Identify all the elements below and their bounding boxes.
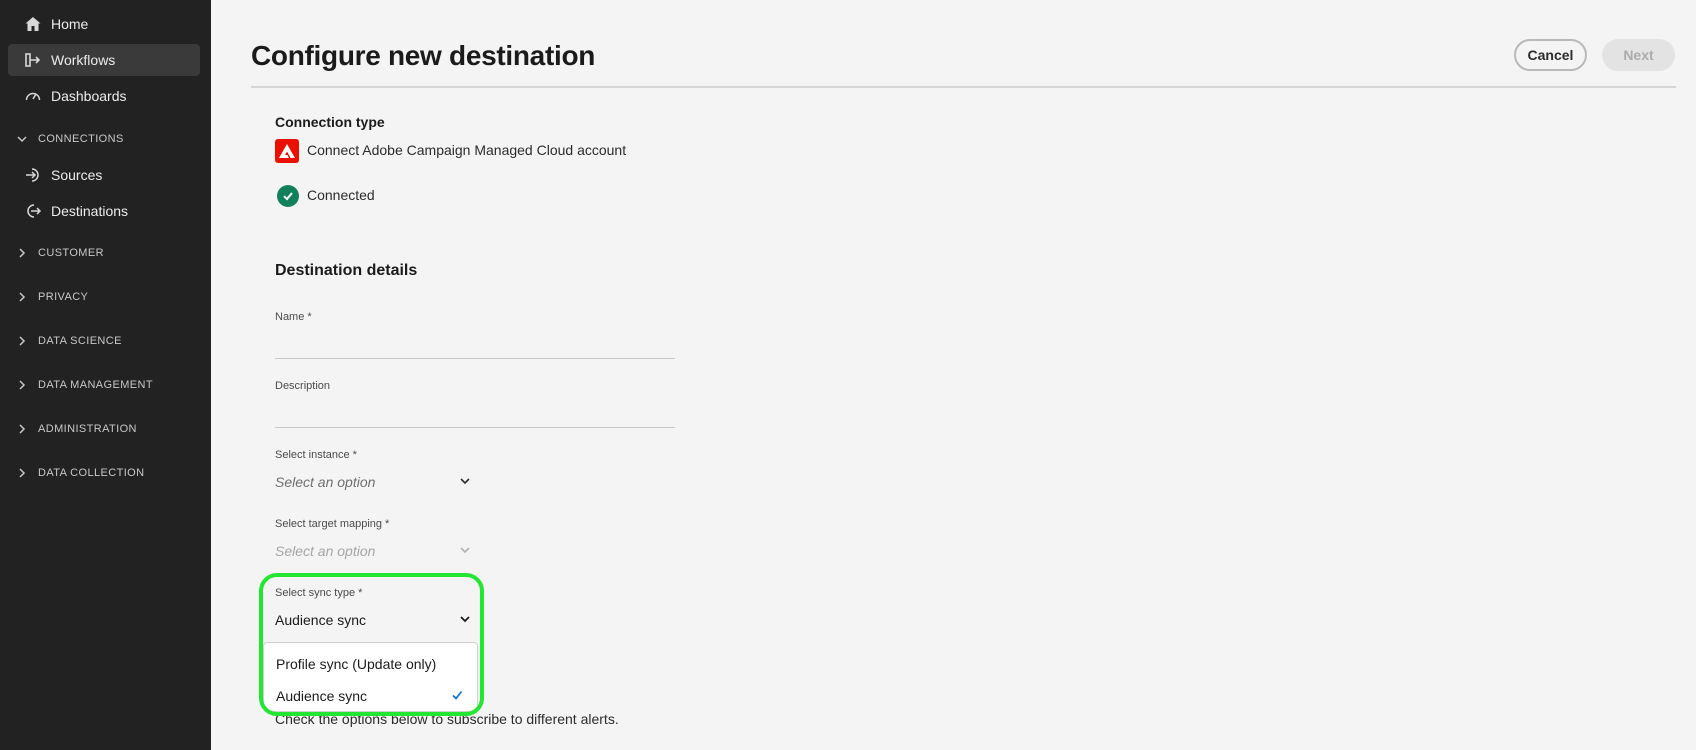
sync-type-picker[interactable]: Audience sync: [275, 607, 471, 633]
nav-item-label: Workflows: [51, 52, 116, 68]
section-data-science[interactable]: DATA SCIENCE: [0, 329, 210, 353]
sync-type-menu: Profile sync (Update only) Audience sync: [263, 642, 478, 712]
nav-item-home[interactable]: Home: [8, 8, 200, 40]
instance-label: Select instance *: [275, 449, 357, 461]
description-input[interactable]: [275, 402, 675, 428]
section-label: CUSTOMER: [38, 247, 104, 259]
name-input[interactable]: [275, 333, 675, 359]
nav-item-label: Dashboards: [51, 88, 127, 104]
section-data-collection[interactable]: DATA COLLECTION: [0, 461, 210, 485]
required-mark: *: [352, 449, 357, 461]
sync-type-label: Select sync type *: [275, 587, 363, 599]
workflows-icon: [24, 51, 42, 69]
mapping-label: Select target mapping *: [275, 518, 390, 530]
section-label: DATA COLLECTION: [38, 467, 145, 479]
connection-status: Connected: [307, 187, 375, 203]
section-data-management[interactable]: DATA MANAGEMENT: [0, 373, 210, 397]
nav-item-workflows[interactable]: Workflows: [8, 44, 200, 76]
section-label: ADMINISTRATION: [38, 423, 137, 435]
required-mark: *: [385, 518, 390, 530]
next-button[interactable]: Next: [1602, 39, 1675, 71]
section-administration[interactable]: ADMINISTRATION: [0, 417, 210, 441]
instance-picker[interactable]: Select an option: [275, 469, 471, 495]
section-privacy[interactable]: PRIVACY: [0, 285, 210, 309]
menu-item-label: Audience sync: [276, 688, 368, 704]
account-label: Connect Adobe Campaign Managed Cloud acc…: [307, 142, 627, 158]
nav-item-label: Home: [51, 16, 89, 32]
nav-item-sources[interactable]: Sources: [8, 159, 200, 191]
chevron-right-icon: [16, 291, 28, 303]
mapping-placeholder: Select an option: [275, 543, 376, 559]
destination-details-heading: Destination details: [275, 262, 418, 279]
nav-item-destinations[interactable]: Destinations: [8, 195, 200, 227]
description-label: Description: [275, 380, 331, 392]
cancel-button[interactable]: Cancel: [1514, 39, 1587, 71]
section-label: PRIVACY: [38, 291, 89, 303]
required-mark: *: [307, 311, 312, 323]
home-icon: [24, 15, 42, 33]
alerts-hint: Check the options below to subscribe to …: [275, 711, 619, 727]
chevron-down-icon: [459, 543, 471, 559]
section-label: CONNECTIONS: [38, 133, 124, 145]
chevron-down-icon: [459, 474, 471, 490]
required-mark: *: [358, 587, 363, 599]
chevron-right-icon: [16, 335, 28, 347]
name-label: Name *: [275, 311, 312, 323]
section-connections[interactable]: CONNECTIONS: [0, 127, 210, 151]
nav-item-label: Destinations: [51, 203, 129, 219]
main-content: Configure new destination Cancel Next Co…: [211, 0, 1696, 750]
connected-check-icon: [277, 185, 299, 207]
section-label: DATA SCIENCE: [38, 335, 122, 347]
dashboards-icon: [24, 87, 42, 105]
page-title: Configure new destination: [251, 40, 596, 71]
destinations-icon: [24, 202, 42, 220]
title-divider: [251, 86, 1676, 88]
sidebar: Home Workflows Dashboards CONNECTIONS So…: [0, 0, 211, 750]
nav-item-dashboards[interactable]: Dashboards: [8, 80, 200, 112]
chevron-right-icon: [16, 247, 28, 259]
chevron-down-icon: [16, 133, 28, 145]
menu-item-label: Profile sync (Update only): [276, 656, 437, 672]
connection-type-heading: Connection type: [275, 114, 385, 130]
section-customer[interactable]: CUSTOMER: [0, 241, 210, 265]
checkmark-icon: [451, 688, 463, 704]
section-label: DATA MANAGEMENT: [38, 379, 153, 391]
adobe-logo-icon: [275, 139, 299, 163]
chevron-down-icon: [459, 612, 471, 628]
menu-item-profile-sync[interactable]: Profile sync (Update only): [264, 649, 477, 679]
mapping-picker[interactable]: Select an option: [275, 538, 471, 564]
chevron-right-icon: [16, 423, 28, 435]
chevron-right-icon: [16, 379, 28, 391]
menu-item-audience-sync[interactable]: Audience sync: [264, 681, 477, 711]
chevron-right-icon: [16, 467, 28, 479]
sources-icon: [24, 166, 42, 184]
sync-type-value: Audience sync: [275, 612, 367, 628]
nav-item-label: Sources: [51, 167, 103, 183]
instance-placeholder: Select an option: [275, 474, 376, 490]
